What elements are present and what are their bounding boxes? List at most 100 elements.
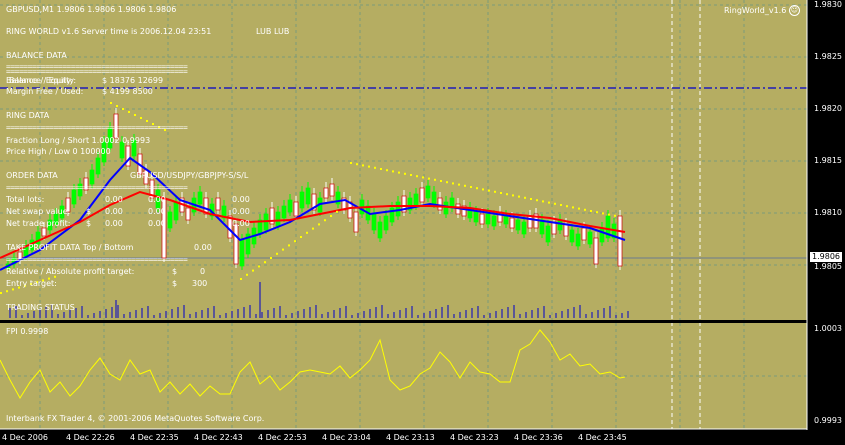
sar-dot: [128, 111, 130, 113]
sar-dot: [500, 192, 502, 194]
candle-body: [413, 193, 419, 207]
candle-body: [473, 211, 479, 223]
order-row3-value-4: 0.00: [232, 219, 250, 228]
sar-dot: [602, 212, 604, 215]
sar-dot: [506, 193, 508, 196]
sar-dot: [482, 188, 484, 191]
sar-dot: [452, 182, 454, 185]
sar-dot: [386, 169, 388, 172]
candle-body: [95, 157, 101, 175]
price-label-7: 1.9805: [814, 262, 842, 271]
sar-dot: [608, 213, 610, 216]
sar-dot: [512, 194, 514, 197]
candle-body: [557, 219, 563, 231]
candle-body: [173, 201, 179, 221]
order-row2-value-1: $: [86, 207, 92, 216]
take-profit-header: TAKE PROFIT DATA Top / Bottom: [6, 243, 134, 252]
sar-dot: [614, 214, 616, 217]
sar-dot: [312, 227, 314, 230]
order-row1-label: Total lots:: [6, 195, 45, 204]
sar-dot: [246, 273, 248, 276]
sar-dot: [554, 202, 556, 205]
candle-body: [287, 199, 293, 213]
fpi-bottom-label: 0.9993: [814, 416, 842, 425]
candle-body: [437, 197, 443, 211]
balance-separator-2: ========================================…: [6, 67, 188, 76]
time-label-7: 4 Dec 23:13: [386, 433, 435, 442]
sar-dot: [324, 219, 326, 222]
candle-body: [587, 231, 593, 245]
window-separator: [0, 320, 845, 323]
current-price-box: 1.9806: [810, 252, 842, 262]
time-label-6: 4 Dec 23:04: [322, 433, 371, 442]
candle-body: [353, 211, 359, 233]
candle-body: [89, 169, 95, 185]
sar-dot: [398, 171, 400, 174]
sar-dot: [0, 292, 2, 294]
time-label-1: 4 Dec 2006: [2, 433, 49, 442]
candle-body: [293, 201, 299, 217]
ring-row2: Price High / Low 0 100000: [6, 147, 111, 156]
sar-dot: [368, 165, 370, 168]
order-row2-label: Net swap value:: [6, 207, 71, 216]
candle-body: [491, 215, 497, 227]
candle-body: [299, 191, 305, 209]
candle-body: [581, 227, 587, 241]
candle-body: [41, 227, 47, 237]
candle-body: [371, 213, 377, 231]
order-separator: ========================================…: [6, 183, 188, 192]
candle-body: [503, 215, 509, 225]
chart-window[interactable]: GBPUSD,M1 1.9806 1.9806 1.9806 1.9806 Ri…: [0, 0, 845, 445]
sar-dot: [240, 278, 242, 280]
balance-row2-value: $ 4199 8500: [102, 87, 153, 96]
sar-dot: [542, 200, 544, 203]
order-row3-value-1: $: [86, 219, 92, 228]
sar-dot: [380, 168, 382, 170]
candle-body: [599, 227, 605, 243]
ea-title: RING WORLD v1.6 Server time is 2006.12.0…: [6, 27, 212, 36]
candle-body: [197, 191, 203, 205]
chart-header: GBPUSD,M1 1.9806 1.9806 1.9806 1.9806: [6, 5, 177, 14]
sar-dot: [446, 181, 448, 184]
sar-dot: [350, 162, 352, 164]
sar-dot: [356, 163, 358, 166]
candle-body: [239, 239, 245, 267]
sar-dot: [422, 176, 424, 179]
sar-dot: [566, 205, 568, 208]
take-profit-row1: Relative / Absolute profit target:: [6, 267, 135, 276]
sar-dot: [572, 206, 574, 209]
sar-dot: [116, 105, 118, 107]
candle-body: [563, 223, 569, 237]
order-row3-label: Net trade profit:: [6, 219, 71, 228]
fpi-title: FPI 0.9998: [6, 327, 49, 336]
indicator-name: RingWorld_v1.6: [724, 6, 787, 15]
candle-body: [431, 191, 437, 205]
sar-dot: [294, 240, 296, 243]
sar-dot: [276, 252, 278, 255]
sar-dot: [288, 244, 290, 247]
sar-dot: [536, 199, 538, 202]
candle-body: [233, 223, 239, 265]
sar-dot: [110, 102, 112, 104]
candle-body: [569, 229, 575, 243]
sar-dot: [596, 211, 598, 214]
candle-body: [509, 217, 515, 229]
order-header: ORDER DATA: [6, 171, 58, 180]
candle-body: [479, 213, 485, 225]
candle-body: [515, 219, 521, 231]
price-label-4: 1.9815: [814, 156, 842, 165]
price-label-2: 1.9825: [814, 52, 842, 61]
time-label-2: 4 Dec 22:26: [66, 433, 115, 442]
balance-header: BALANCE DATA: [6, 51, 67, 60]
sar-dot: [530, 198, 532, 200]
sar-dot: [470, 186, 472, 188]
sar-dot: [518, 195, 520, 198]
take-profit-separator: ========================================…: [6, 255, 188, 264]
order-pairs: GBPUSD/USDJPY/GBPJPY-S/S/L: [130, 171, 249, 180]
candle-body: [167, 211, 173, 229]
order-row1-value-1: 0.00: [105, 195, 123, 204]
time-label-5: 4 Dec 22:53: [258, 433, 307, 442]
order-row2-value-2: 0.00: [105, 207, 123, 216]
sar-dot: [146, 120, 148, 122]
price-label-1: 1.9830: [814, 0, 842, 9]
